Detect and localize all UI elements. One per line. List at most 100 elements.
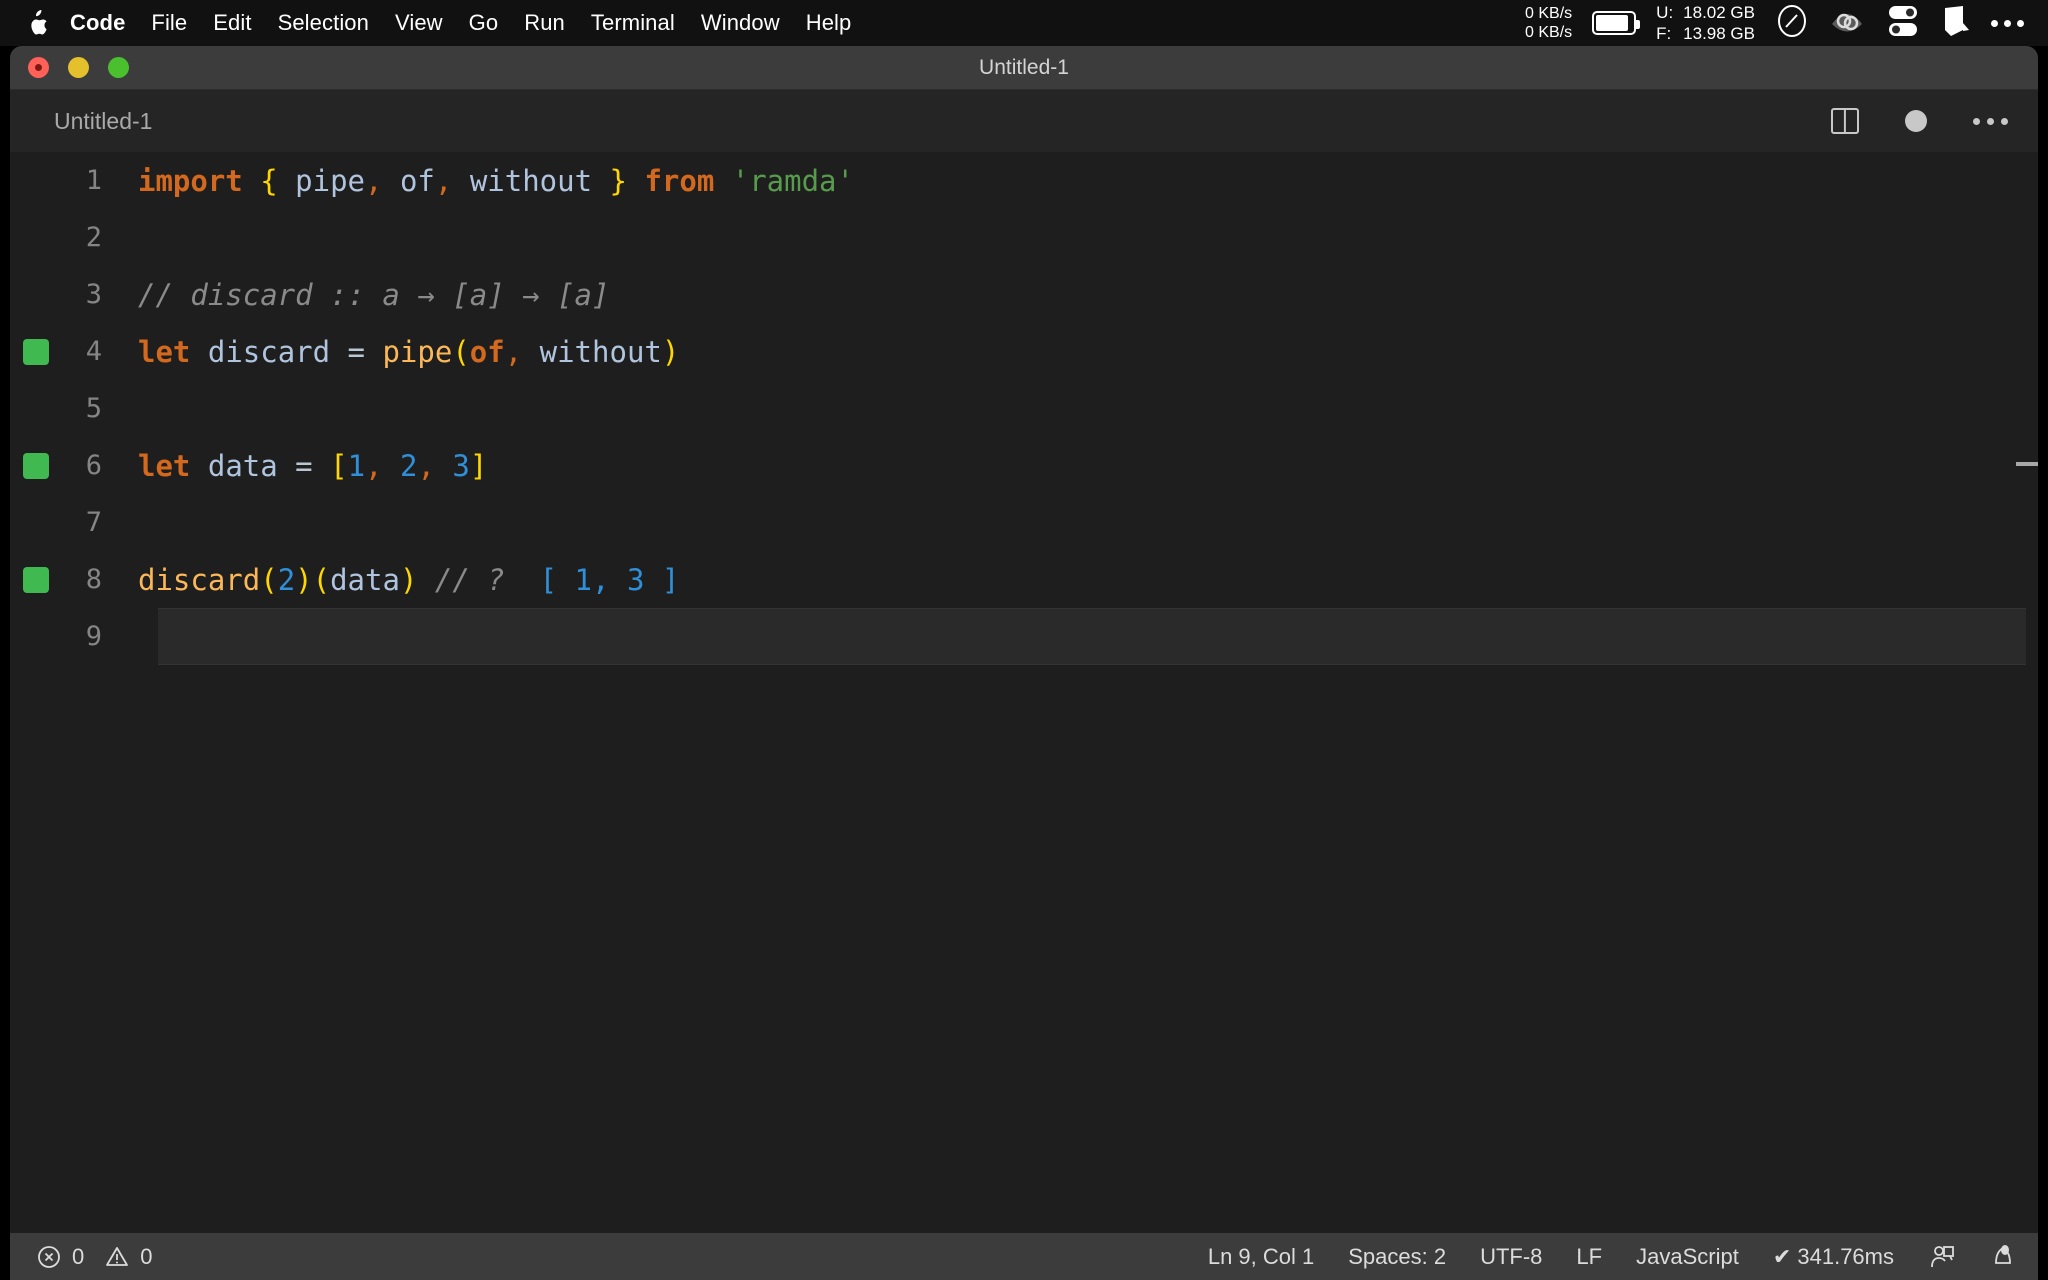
code-line[interactable]: 6 let data = [1, 2, 3]: [10, 437, 2038, 494]
memory-used-label: U:: [1656, 3, 1674, 22]
warning-count[interactable]: 0: [140, 1244, 152, 1270]
cursor-position[interactable]: Ln 9, Col 1: [1208, 1244, 1314, 1270]
editor-scrollbar-tick[interactable]: [2016, 462, 2038, 466]
current-line-highlight: [158, 608, 2026, 665]
battery-icon[interactable]: [1592, 11, 1641, 35]
close-button[interactable]: [28, 57, 49, 78]
code-line[interactable]: 9: [10, 608, 2038, 665]
code-token: =: [277, 448, 331, 483]
menu-go[interactable]: Go: [469, 10, 499, 36]
code-line-text: let discard = pipe(of, without): [138, 335, 679, 369]
code-token: (: [260, 562, 278, 597]
code-editor-area[interactable]: 1 import { pipe, of, without } from 'ramd…: [10, 152, 2038, 1233]
menu-edit[interactable]: Edit: [213, 10, 251, 36]
code-token: 1: [347, 448, 366, 483]
menu-terminal[interactable]: Terminal: [591, 10, 675, 36]
code-token: ,: [365, 448, 383, 483]
code-token: discard: [207, 334, 331, 369]
editor-tab-untitled-1[interactable]: Untitled-1: [54, 108, 152, 135]
error-circle-icon[interactable]: [36, 1244, 62, 1270]
code-token: pipe: [295, 163, 366, 198]
status-bar-left: 0 0: [36, 1244, 153, 1270]
shape-icon[interactable]: [1941, 4, 1971, 43]
code-token: {: [260, 163, 278, 198]
code-token: (: [452, 334, 470, 369]
line-number: 6: [85, 450, 102, 481]
menu-code[interactable]: Code: [70, 10, 125, 36]
code-token: discard: [138, 562, 261, 597]
line-number: 4: [85, 336, 102, 367]
cloud-sync-icon[interactable]: [1829, 6, 1865, 41]
menu-help[interactable]: Help: [806, 10, 852, 36]
code-line[interactable]: 7: [10, 494, 2038, 551]
error-count[interactable]: 0: [72, 1244, 84, 1270]
bell-icon[interactable]: [1990, 1243, 2016, 1271]
eol-setting[interactable]: LF: [1576, 1244, 1602, 1270]
maximize-button[interactable]: [108, 57, 129, 78]
timing-check-icon: ✔: [1772, 1243, 1792, 1269]
code-token: }: [609, 163, 627, 198]
gauge-icon[interactable]: [1775, 4, 1809, 43]
code-line-text: let data = [1, 2, 3]: [138, 449, 487, 483]
network-up-speed: 0 KB/s: [1525, 5, 1573, 22]
code-line[interactable]: 3 // discard :: a → [a] → [a]: [10, 266, 2038, 323]
menu-selection[interactable]: Selection: [278, 10, 369, 36]
line-number: 7: [85, 507, 102, 538]
network-speed-indicator: 0 KB/s 0 KB/s: [1525, 4, 1572, 42]
apple-logo-icon[interactable]: [26, 10, 48, 36]
line-number: 8: [85, 564, 102, 595]
ellipsis-icon[interactable]: [1991, 19, 2024, 27]
language-mode[interactable]: JavaScript: [1636, 1244, 1739, 1270]
code-line[interactable]: 4 let discard = pipe(of, without): [10, 323, 2038, 380]
code-token: ,: [365, 163, 383, 198]
code-token: let: [138, 448, 191, 483]
code-token: data: [207, 448, 278, 483]
editor-action-group: [1831, 108, 2008, 134]
menu-run[interactable]: Run: [524, 10, 565, 36]
code-lines-container: 1 import { pipe, of, without } from 'ramd…: [10, 152, 2038, 665]
line-number: 9: [85, 621, 102, 652]
code-token: of: [469, 334, 505, 369]
line-number: 1: [85, 165, 102, 196]
status-bar: 0 0 Ln 9, Col 1 Spaces: 2 UTF-8 LF JavaS…: [10, 1233, 2038, 1280]
code-token: ]: [469, 448, 488, 483]
menu-file[interactable]: File: [151, 10, 187, 36]
network-down-speed: 0 KB/s: [1525, 24, 1573, 41]
code-line[interactable]: 8 discard(2)(data) // ? [ 1, 3 ]: [10, 551, 2038, 608]
menubar-items: Code File Edit Selection View Go Run Terminal Wi…: [70, 10, 877, 36]
unsaved-dot-icon[interactable]: [1905, 110, 1927, 132]
code-token: ): [399, 562, 418, 597]
more-actions-icon[interactable]: [1973, 117, 2008, 125]
code-token: ): [661, 334, 680, 369]
window-traffic-lights: [10, 57, 129, 78]
code-line[interactable]: 1 import { pipe, of, without } from 'ramd…: [10, 152, 2038, 209]
screencast-icon[interactable]: [1928, 1243, 1956, 1271]
split-editor-icon[interactable]: [1831, 108, 1859, 134]
encoding-setting[interactable]: UTF-8: [1480, 1244, 1542, 1270]
toggles-icon[interactable]: [1885, 4, 1921, 43]
status-bar-right: Ln 9, Col 1 Spaces: 2 UTF-8 LF JavaScrip…: [1208, 1243, 2016, 1271]
minimize-button[interactable]: [68, 57, 89, 78]
menubar-status-tray: 0 KB/s 0 KB/s U: F: 18.02 GB 13.98 GB: [1525, 2, 2032, 44]
menu-window[interactable]: Window: [701, 10, 780, 36]
code-token: import: [138, 163, 243, 198]
code-token: from: [644, 163, 715, 198]
memory-free-value: 13.98 GB: [1683, 24, 1755, 43]
code-token: ): [295, 562, 313, 597]
menu-view[interactable]: View: [395, 10, 443, 36]
code-token: 'ramda': [731, 163, 854, 198]
code-token: (: [312, 562, 331, 597]
code-token: [ 1, 3 ]: [539, 562, 680, 597]
code-line[interactable]: 5: [10, 380, 2038, 437]
indentation-setting[interactable]: Spaces: 2: [1348, 1244, 1446, 1270]
warning-triangle-icon[interactable]: [104, 1244, 130, 1270]
quokka-timing[interactable]: ✔ 341.76ms: [1773, 1244, 1894, 1270]
window-title: Untitled-1: [979, 55, 1069, 79]
code-line[interactable]: 2: [10, 209, 2038, 266]
